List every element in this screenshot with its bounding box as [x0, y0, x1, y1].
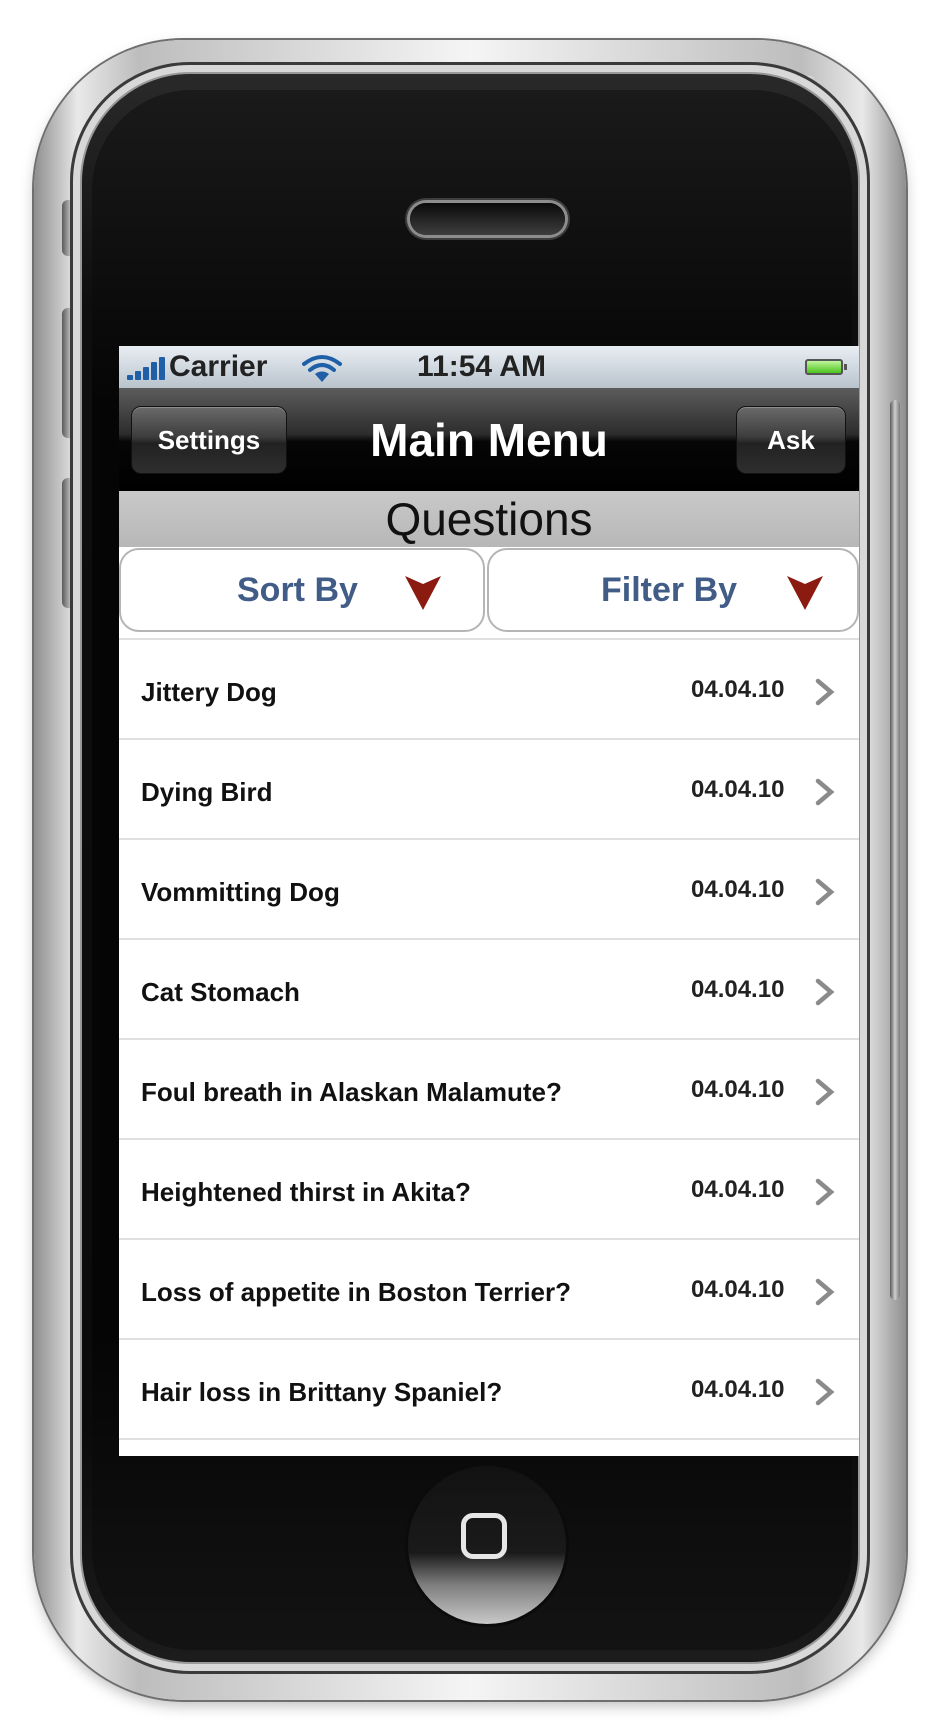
chevron-right-icon	[815, 1278, 835, 1306]
signal-bars-icon	[127, 356, 167, 380]
page-title: Main Menu	[370, 414, 608, 466]
question-date: 04.04.10	[691, 1376, 785, 1403]
chevron-right-icon	[815, 778, 835, 806]
question-title: Heightened thirst in Akita?	[141, 1177, 471, 1207]
question-title: Foul breath in Alaskan Malamute?	[141, 1077, 562, 1107]
question-title: Vommitting Dog	[141, 877, 340, 907]
table-row[interactable]: Jittery Dog 04.04.10	[119, 640, 859, 740]
status-time: 11:54 AM	[417, 350, 546, 383]
chevron-right-icon	[815, 1378, 835, 1406]
table-row[interactable]: Foul breath in Alaskan Malamute? 04.04.1…	[119, 1040, 859, 1140]
question-title: Loss of appetite in Boston Terrier?	[141, 1277, 572, 1307]
question-title: Dying Bird	[141, 777, 273, 807]
chevron-right-icon	[815, 1178, 835, 1206]
navigation-bar: Settings Main Menu Ask	[119, 388, 859, 491]
table-row[interactable]: Heightened thirst in Akita? 04.04.10	[119, 1140, 859, 1240]
question-title: Jittery Dog	[141, 677, 277, 707]
ask-button[interactable]: Ask	[736, 406, 846, 474]
questions-list: Jittery Dog 04.04.10 Dying Bird 04.04.10…	[119, 640, 859, 1440]
question-title: Hair loss in Brittany Spaniel?	[141, 1377, 503, 1407]
chevron-right-icon	[815, 678, 835, 706]
settings-button[interactable]: Settings	[131, 406, 287, 474]
chevron-right-icon	[815, 978, 835, 1006]
sort-by-dropdown[interactable]: Sort By	[119, 548, 485, 632]
wifi-icon	[302, 355, 342, 382]
question-date: 04.04.10	[691, 876, 785, 903]
section-header: Questions	[119, 491, 859, 547]
question-date: 04.04.10	[691, 976, 785, 1003]
table-row[interactable]: Cat Stomach 04.04.10	[119, 940, 859, 1040]
section-title: Questions	[385, 493, 593, 545]
chevron-right-icon	[815, 878, 835, 906]
app-screen: Carrier 11:54 AM Settings Main Menu Ask …	[119, 346, 859, 1456]
home-button-icon	[461, 1513, 507, 1559]
home-button[interactable]	[408, 1466, 566, 1624]
carrier-name: Carrier	[169, 350, 268, 383]
table-row[interactable]: Dying Bird 04.04.10	[119, 740, 859, 840]
question-date: 04.04.10	[691, 1276, 785, 1303]
chevron-right-icon	[815, 1078, 835, 1106]
status-bar: Carrier 11:54 AM	[119, 346, 859, 388]
device-edge-highlight	[890, 400, 900, 1300]
filter-by-label: Filter By	[601, 571, 738, 609]
dropdown-arrow-icon	[787, 576, 823, 610]
question-title: Cat Stomach	[141, 977, 300, 1007]
table-row[interactable]: Vommitting Dog 04.04.10	[119, 840, 859, 940]
filter-by-dropdown[interactable]: Filter By	[487, 548, 859, 632]
question-date: 04.04.10	[691, 1076, 785, 1103]
table-row[interactable]: Loss of appetite in Boston Terrier? 04.0…	[119, 1240, 859, 1340]
question-date: 04.04.10	[691, 1176, 785, 1203]
sort-by-label: Sort By	[237, 571, 358, 609]
question-date: 04.04.10	[691, 676, 785, 703]
question-date: 04.04.10	[691, 776, 785, 803]
dropdown-arrow-icon	[405, 576, 441, 610]
table-row[interactable]: Hair loss in Brittany Spaniel? 04.04.10	[119, 1340, 859, 1440]
battery-icon	[805, 359, 847, 375]
earpiece-speaker	[410, 203, 565, 235]
